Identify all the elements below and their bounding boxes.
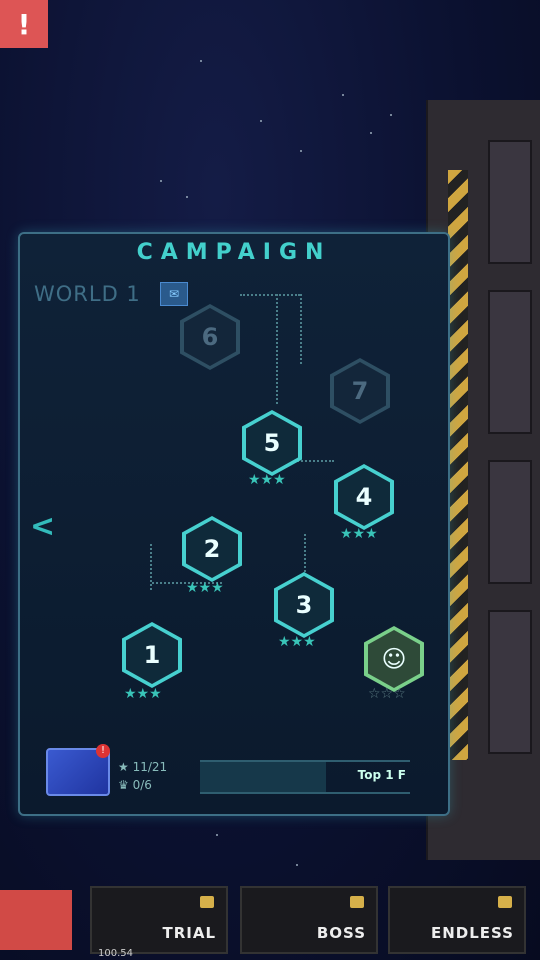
star <box>160 180 162 182</box>
level-node[interactable]: 3 <box>274 572 334 638</box>
endless-label: ENDLESS <box>431 924 514 942</box>
star <box>200 60 202 62</box>
star <box>300 150 302 152</box>
panel-title: CAMPAIGN <box>136 240 332 265</box>
level-node-locked[interactable]: 7 <box>330 358 390 424</box>
level-number: 6 <box>184 308 236 366</box>
trophy-count: ♛ 0/6 <box>118 778 152 792</box>
level-number: 4 <box>338 468 390 526</box>
lock-icon <box>350 896 364 908</box>
boss-tab[interactable]: BOSS <box>240 886 378 954</box>
trophy-count-value: 0/6 <box>132 778 152 792</box>
currency-value: 100.54 <box>98 948 133 959</box>
world-label: WORLD 1 <box>34 282 141 306</box>
trial-tab[interactable]: TRIAL <box>90 886 228 954</box>
level-stars: ★★★ <box>186 580 224 596</box>
level-number: 2 <box>186 520 238 578</box>
level-stars: ★★★ <box>248 472 286 488</box>
star <box>342 94 344 96</box>
lock-icon <box>498 896 512 908</box>
endless-tab[interactable]: ENDLESS <box>388 886 526 954</box>
level-node[interactable]: 5 <box>242 410 302 476</box>
level-stars: ★★★ <box>340 526 378 542</box>
level-stars: ★★★ <box>278 634 316 650</box>
level-node[interactable]: 4 <box>334 464 394 530</box>
star <box>216 834 218 836</box>
path-connector <box>276 294 278 404</box>
lock-icon <box>200 896 214 908</box>
trial-label: TRIAL <box>162 924 216 942</box>
level-number: 7 <box>334 362 386 420</box>
progress-fill <box>200 762 326 792</box>
path-connector <box>300 294 302 364</box>
alert-button[interactable]: ! <box>0 0 48 48</box>
notification-badge: ! <box>96 744 110 758</box>
star <box>370 132 372 134</box>
star <box>260 120 262 122</box>
boss-portrait-icon: ☺ <box>368 630 420 688</box>
level-node-locked[interactable]: 6 <box>180 304 240 370</box>
rewards-bar: ! ★ 11/21 ♛ 0/6 Top 1 F <box>20 740 420 800</box>
progress-bar: Top 1 F <box>200 760 410 794</box>
station-panel <box>488 140 532 264</box>
boss-level-node[interactable]: ☺ <box>364 626 424 692</box>
level-node[interactable]: 1 <box>122 622 182 688</box>
level-node[interactable]: 2 <box>182 516 242 582</box>
boss-label: BOSS <box>316 924 366 942</box>
mode-tabs: TRIAL BOSS ENDLESS <box>0 880 540 960</box>
star <box>186 196 188 198</box>
level-number: 3 <box>278 576 330 634</box>
boss-level-stars: ☆☆☆ <box>368 686 406 702</box>
level-number: 5 <box>246 414 298 472</box>
station-panel <box>488 610 532 754</box>
campaign-panel: CAMPAIGN WORLD 1 ✉ 1 ★★★ 2 ★★★ 3 ★★★ 4 ★… <box>18 232 450 816</box>
stars-count: ★ 11/21 <box>118 760 168 774</box>
station-panel <box>488 290 532 434</box>
alert-icon: ! <box>17 7 31 41</box>
world-dropdown-button[interactable]: ✉ <box>160 282 188 306</box>
level-number: 1 <box>126 626 178 684</box>
stars-count-value: 11/21 <box>132 760 168 774</box>
hazard-stripe <box>448 170 468 760</box>
progress-label: Top 1 F <box>357 768 406 782</box>
level-stars: ★★★ <box>124 686 162 702</box>
mail-icon: ✉ <box>168 287 180 301</box>
station-panel <box>488 460 532 584</box>
path-connector <box>240 294 300 296</box>
star <box>296 864 298 866</box>
chevron-left-icon[interactable]: < <box>30 509 55 544</box>
star <box>390 114 392 116</box>
